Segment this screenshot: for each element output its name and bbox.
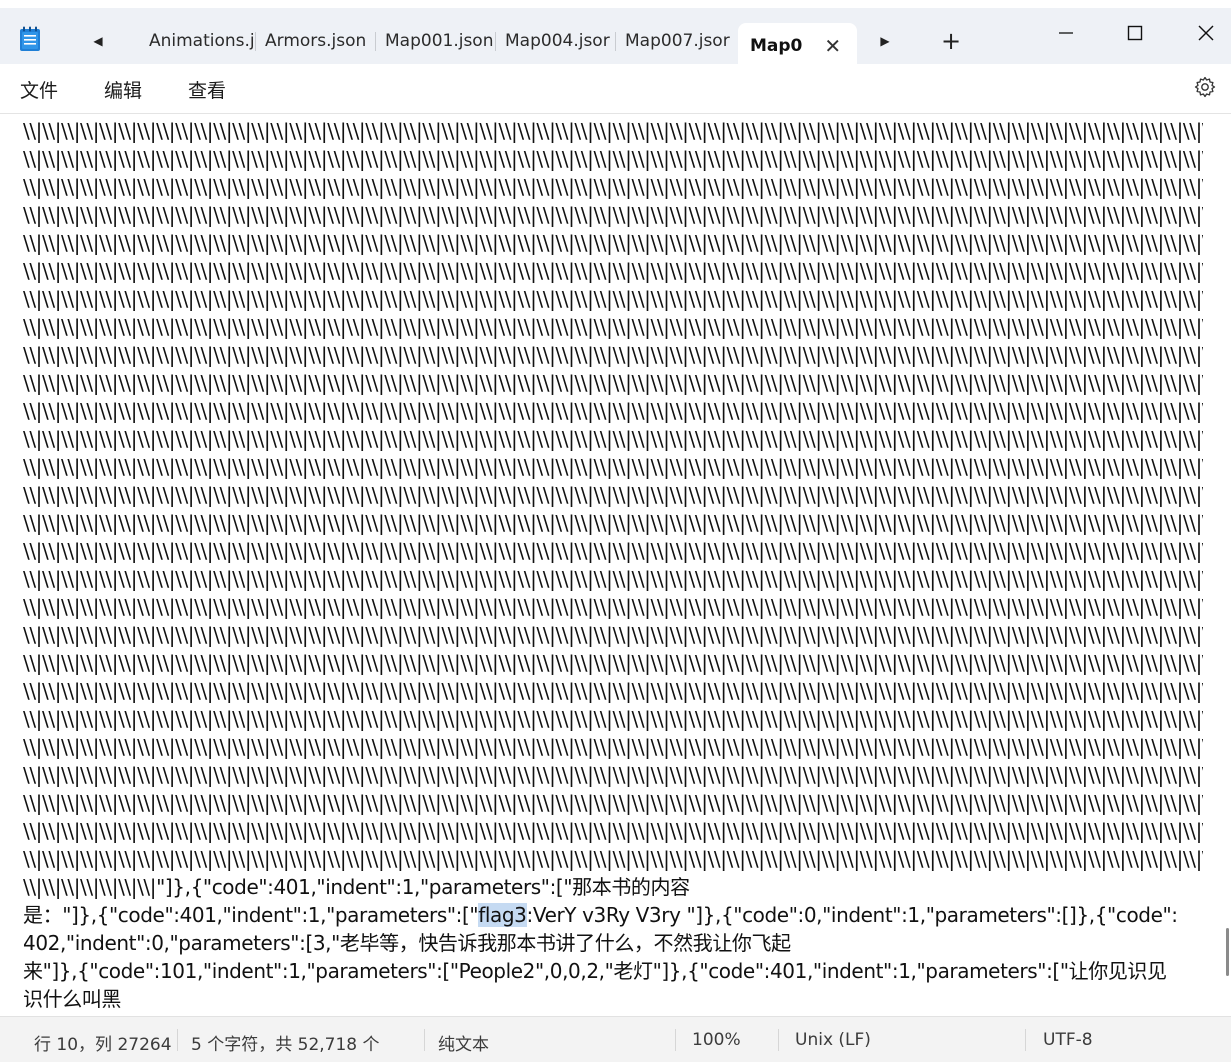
- text-line: \\|\\|\\|\\|\\|\\|\\|\\|\\|\\|\\|\\|\\|\…: [23, 371, 1203, 395]
- editor-content[interactable]: \\|\\|\\|\\|\\|\\|\\|\\|\\|\\|\\|\\|\\|\…: [23, 117, 1203, 1013]
- text-line: \\|\\|\\|\\|\\|\\|\\|\\|\\|\\|\\|\\|\\|\…: [23, 455, 1203, 479]
- tab-label: Map004.jsor: [505, 31, 610, 51]
- line-ending[interactable]: Unix (LF): [795, 1030, 871, 1050]
- close-icon: [1198, 25, 1214, 41]
- selected-text[interactable]: flag3: [478, 903, 527, 927]
- tab-strip: Animations.j Armors.json Map001.json Map…: [140, 18, 857, 69]
- text-line: \\|\\|\\|\\|\\|\\|\\|\\|\\|\\|\\|\\|\\|\…: [23, 203, 1203, 227]
- zoom-level[interactable]: 100%: [692, 1030, 741, 1050]
- text-line: \\|\\|\\|\\|\\|\\|\\|\\|\\|\\|\\|\\|\\|\…: [23, 483, 1203, 507]
- text-editor[interactable]: \\|\\|\\|\\|\\|\\|\\|\\|\\|\\|\\|\\|\\|\…: [0, 114, 1231, 1015]
- tab-map004[interactable]: Map004.jsor: [496, 23, 616, 59]
- text-line: \\|\\|\\|\\|\\|\\|\\|\\|\\|\\|\\|\\|\\|\…: [23, 287, 1203, 311]
- text-line: \\|\\|\\|\\|\\|\\|\\|\\|\\|\\|\\|\\|\\|\…: [23, 595, 1203, 619]
- text-segment: :VerY v3Ry V3ry "]},{"code":0,"indent":1…: [526, 903, 1179, 927]
- maximize-button[interactable]: [1111, 16, 1159, 50]
- triangle-right-icon: ▶: [880, 34, 890, 48]
- text-line: \\|\\|\\|\\|\\|\\|\\|\\|\\|\\|\\|\\|\\|\…: [23, 427, 1203, 451]
- cursor-position[interactable]: 行 10，列 27264: [34, 1030, 172, 1055]
- tab-label: Map007.jsor: [625, 31, 730, 51]
- text-line: 来"]},{"code":101,"indent":1,"parameters"…: [23, 959, 1167, 983]
- tab-armors[interactable]: Armors.json: [256, 23, 376, 59]
- divider: [424, 1029, 425, 1051]
- divider: [675, 1029, 676, 1051]
- triangle-left-icon: ◀: [93, 34, 103, 48]
- text-line: \\|\\|\\|\\|\\|\\|\\|\\|\\|\\|\\|\\|\\|\…: [23, 623, 1203, 647]
- text-format: 纯文本: [438, 1035, 489, 1055]
- encoding[interactable]: UTF-8: [1043, 1030, 1093, 1050]
- maximize-icon: [1127, 25, 1143, 41]
- text-line: \\|\\|\\|\\|\\|\\|\\|\\|\\|\\|\\|\\|\\|\…: [23, 791, 1203, 815]
- tab-label: Map001.json: [385, 31, 494, 51]
- text-line: \\|\\|\\|\\|\\|\\|\\|\\|\\|\\|\\|\\|\\|\…: [23, 651, 1203, 675]
- divider: [1025, 1029, 1026, 1051]
- tab-label: Map0: [750, 36, 803, 56]
- close-tab-icon[interactable]: ✕: [824, 34, 841, 58]
- text-line: \\|\\|\\|\\|\\|\\|\\|\\|\\|\\|\\|\\|\\|\…: [23, 259, 1203, 283]
- menu-bar: 文件 编辑 查看: [0, 64, 1231, 114]
- menu-view[interactable]: 查看: [188, 76, 226, 103]
- title-bar: ◀ Animations.j Armors.json Map001.json M…: [0, 8, 1231, 69]
- close-window-button[interactable]: [1182, 16, 1230, 50]
- tab-label: Animations.j: [149, 31, 255, 51]
- text-line: \\|\\|\\|\\|\\|\\|\\|\\|\\|\\|\\|\\|\\|\…: [23, 175, 1203, 199]
- text-line: \\|\\|\\|\\|\\|\\|\\|\\|\\|\\|\\|\\|\\|\…: [23, 399, 1203, 423]
- scroll-tabs-right-button[interactable]: ▶: [868, 23, 902, 59]
- text-line: \\|\\|\\|\\|\\|\\|\\|\\|\\|\\|\\|\\|\\|\…: [23, 231, 1203, 255]
- minimize-button[interactable]: [1042, 16, 1090, 50]
- text-line: \\|\\|\\|\\|\\|\\|\\|\\|\\|\\|\\|\\|\\|\…: [23, 343, 1203, 367]
- text-line: \\|\\|\\|\\|\\|\\|\\|\\|\\|\\|\\|\\|\\|\…: [23, 511, 1203, 535]
- tab-animations[interactable]: Animations.j: [140, 23, 256, 59]
- selection-count: 5 个字符，共 52,718 个: [191, 1035, 380, 1055]
- tab-label: Armors.json: [265, 31, 367, 51]
- status-bar: 行 10，列 27264 5 个字符，共 52,718 个 纯文本 100% U…: [0, 1016, 1231, 1062]
- scroll-tabs-left-button[interactable]: ◀: [81, 23, 115, 59]
- minimize-icon: [1059, 32, 1073, 34]
- text-line: \\|\\|\\|\\|\\|\\|\\|\\|\\|\\|\\|\\|\\|\…: [23, 735, 1203, 759]
- text-line: \\|\\|\\|\\|\\|\\|\\|\\|\\|\\|\\|\\|\\|\…: [23, 567, 1203, 591]
- tab-map007[interactable]: Map007.jsor: [616, 23, 738, 59]
- text-line: \\|\\|\\|\\|\\|\\|\\|"]},{"code":401,"in…: [23, 875, 690, 899]
- tab-map001[interactable]: Map001.json: [376, 23, 496, 59]
- text-line: 402,"indent":0,"parameters":[3,"老毕等，快告诉我…: [23, 931, 791, 955]
- text-line: \\|\\|\\|\\|\\|\\|\\|\\|\\|\\|\\|\\|\\|\…: [23, 707, 1203, 731]
- text-line: \\|\\|\\|\\|\\|\\|\\|\\|\\|\\|\\|\\|\\|\…: [23, 679, 1203, 703]
- tab-map0-active[interactable]: Map0 ✕: [738, 23, 857, 69]
- menu-edit[interactable]: 编辑: [104, 76, 142, 103]
- text-line: \\|\\|\\|\\|\\|\\|\\|\\|\\|\\|\\|\\|\\|\…: [23, 119, 1203, 143]
- gear-icon[interactable]: [1193, 75, 1217, 99]
- divider: [177, 1029, 178, 1051]
- vertical-scrollbar-thumb[interactable]: [1226, 928, 1229, 976]
- menu-file[interactable]: 文件: [20, 76, 58, 103]
- text-line: \\|\\|\\|\\|\\|\\|\\|\\|\\|\\|\\|\\|\\|\…: [23, 147, 1203, 171]
- text-line: \\|\\|\\|\\|\\|\\|\\|\\|\\|\\|\\|\\|\\|\…: [23, 315, 1203, 339]
- desktop-strip: [0, 0, 1231, 8]
- text-segment: 是："]},{"code":401,"indent":1,"parameters…: [23, 903, 479, 927]
- text-line: 识什么叫黑: [23, 987, 121, 1011]
- new-tab-button[interactable]: +: [935, 24, 967, 58]
- plus-icon: +: [940, 27, 962, 55]
- text-line: \\|\\|\\|\\|\\|\\|\\|\\|\\|\\|\\|\\|\\|\…: [23, 819, 1203, 843]
- text-line-with-selection: 是："]},{"code":401,"indent":1,"parameters…: [23, 901, 1203, 929]
- notepad-icon: [20, 26, 40, 51]
- divider: [778, 1029, 779, 1051]
- text-line: \\|\\|\\|\\|\\|\\|\\|\\|\\|\\|\\|\\|\\|\…: [23, 847, 1203, 871]
- text-line: \\|\\|\\|\\|\\|\\|\\|\\|\\|\\|\\|\\|\\|\…: [23, 763, 1203, 787]
- text-line: \\|\\|\\|\\|\\|\\|\\|\\|\\|\\|\\|\\|\\|\…: [23, 539, 1203, 563]
